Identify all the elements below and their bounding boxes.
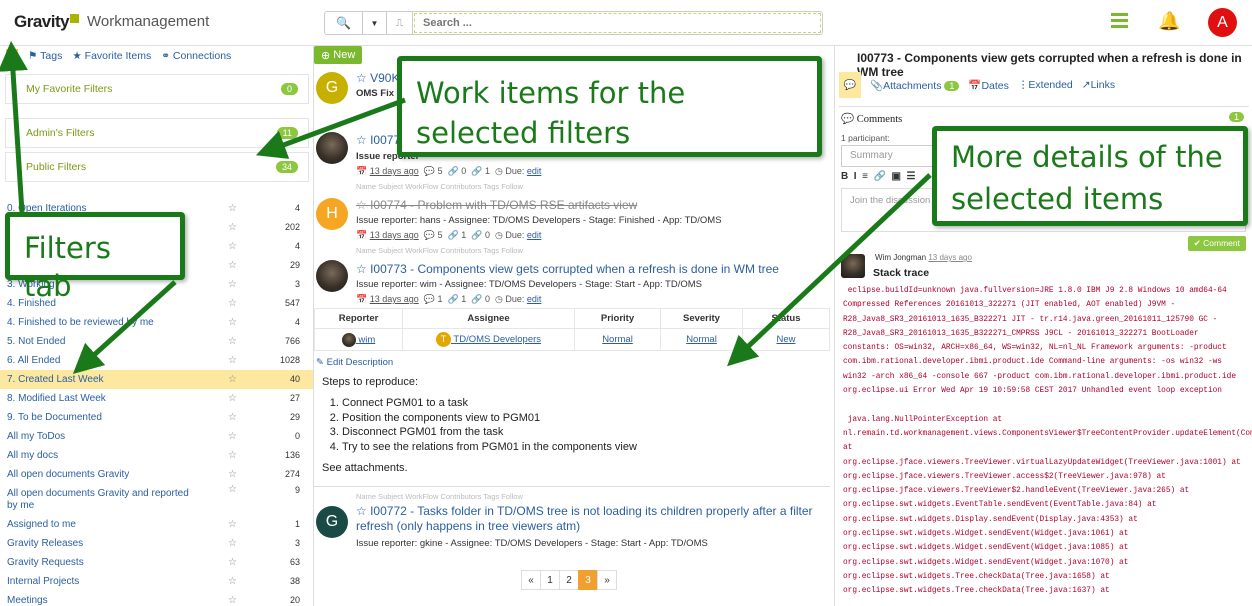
page-2[interactable]: 2 (559, 570, 579, 590)
stack-title: Stack trace (873, 267, 930, 279)
star-icon: ☆ (228, 298, 237, 309)
star-icon: ☆ (228, 431, 237, 442)
public-filters[interactable]: Public Filters 34 (5, 152, 309, 182)
logo[interactable]: Gravity (14, 12, 80, 32)
search-icon[interactable]: 🔍 (325, 12, 363, 34)
filter-item[interactable]: 9. To be Documented ☆ 29 (0, 408, 313, 427)
page-3[interactable]: 3 (578, 570, 598, 590)
filter-item[interactable]: All open documents Gravity and reported … (0, 484, 313, 515)
avatar (316, 260, 348, 292)
user-avatar[interactable]: A (1208, 8, 1237, 37)
filter-item[interactable]: All open documents Gravity ☆ 274 (0, 465, 313, 484)
tab-favorite-items[interactable]: ★ Favorite Items (72, 50, 151, 62)
admin-filters[interactable]: Admin's Filters 11 (5, 118, 309, 148)
filter-item[interactable]: Gravity Releases ☆ 3 (0, 534, 313, 553)
filter-item[interactable]: Internal Projects ☆ 38 (0, 572, 313, 591)
star-icon: ☆ (228, 557, 237, 568)
comments-tab[interactable]: 💬 (839, 72, 861, 98)
star-icon: ☆ (228, 519, 237, 530)
item-title: I00773 - Components view gets corrupted … (370, 262, 779, 276)
participants: 1 participant: (841, 133, 890, 143)
filter-item[interactable]: Meetings ☆ 20 (0, 591, 313, 606)
item-title: I00774 - Problem with TD/OMS RSE artifac… (370, 198, 638, 212)
left-tabs: ▼ ⚑ Tags ★ Favorite Items ⚭ Connections (0, 46, 313, 66)
filter-item[interactable]: All my ToDos ☆ 0 (0, 427, 313, 446)
star-icon: ☆ (228, 469, 237, 480)
item-title: I0077 (370, 133, 401, 147)
filter-item[interactable]: 6. All Ended ☆ 1028 (0, 351, 313, 370)
filter-item[interactable]: Gravity Requests ☆ 63 (0, 553, 313, 572)
my-favorite-filters[interactable]: My Favorite Filters 0 (5, 74, 309, 104)
comments-header: 💬 Comments (841, 114, 903, 125)
tab-attachments[interactable]: 📎Attachments 1 (870, 79, 960, 92)
avatar (316, 132, 348, 164)
search-input[interactable] (414, 13, 821, 33)
priority-cell[interactable]: Normal (574, 328, 661, 351)
search-bar: 🔍 ▼ ⎍ (324, 11, 823, 35)
item-title: V90K (370, 71, 400, 85)
star-icon: ☆ (228, 203, 237, 214)
filter-item[interactable]: All my docs ☆ 136 (0, 446, 313, 465)
tab-tags[interactable]: ⚑ Tags (28, 50, 62, 62)
star-icon: ☆ (228, 241, 237, 252)
star-icon: ☆ (228, 222, 237, 233)
status-cell[interactable]: New (742, 328, 830, 351)
bell-icon[interactable]: 🔔 (1158, 11, 1180, 32)
comment-button[interactable]: ✔ Comment (1187, 236, 1246, 251)
callout-work-items: Work items for the selected filters (397, 56, 822, 157)
avatar (841, 254, 865, 278)
star-icon: ☆ (228, 412, 237, 423)
filter-item-selected[interactable]: 7. Created Last Week ☆ 40 (0, 370, 313, 389)
comments-count: 1 (1228, 112, 1244, 122)
star-icon: ☆ (228, 450, 237, 461)
avatar: G (316, 506, 348, 538)
page-1[interactable]: 1 (540, 570, 560, 590)
star-icon: ☆ (228, 260, 237, 271)
filters-panel: ▼ ⚑ Tags ★ Favorite Items ⚭ Connections … (0, 46, 314, 606)
link-icon[interactable]: ⎍ (387, 12, 413, 34)
tab-links[interactable]: ↗Links (1082, 79, 1115, 91)
top-bar: Gravity Workmanagement 🔍 ▼ ⎍ 🔔 A (0, 0, 1252, 46)
filter-item[interactable]: Assigned to me ☆ 1 (0, 515, 313, 534)
filter-item[interactable]: 4. Finished to be reviewed by me ☆ 4 (0, 313, 313, 332)
editor-toolbar[interactable]: B I ≡ 🔗 ▣ ☰ (841, 171, 915, 182)
stack-trace: eclipse.buildId=unknown java.fullversion… (843, 287, 1252, 596)
tab-extended[interactable]: ⋮Extended (1018, 79, 1073, 91)
new-button[interactable]: ⊕ New (314, 46, 363, 64)
page-prev[interactable]: « (521, 570, 541, 590)
item-title: I00772 - Tasks folder in TD/OMS tree is … (356, 504, 813, 533)
filter-item[interactable]: 5. Not Ended ☆ 766 (0, 332, 313, 351)
severity-cell[interactable]: Normal (660, 328, 743, 351)
comment-author: Wim Jongman 13 days ago (875, 253, 972, 262)
page-next[interactable]: » (597, 570, 617, 590)
star-icon: ☆ (228, 374, 237, 385)
star-icon: ☆ (228, 336, 237, 347)
filter-icon[interactable]: ▼ (6, 49, 18, 63)
avatar: H (316, 198, 348, 230)
star-icon: ☆ (228, 484, 237, 495)
filter-item[interactable]: 8. Modified Last Week ☆ 27 (0, 389, 313, 408)
star-icon: ☆ (228, 576, 237, 587)
callout-details: More details of the selected items (932, 126, 1248, 226)
tab-dates[interactable]: 📅Dates (968, 79, 1009, 92)
pagination: « 1 2 3 » (521, 570, 617, 590)
menu-icon[interactable] (1111, 13, 1128, 28)
star-icon: ☆ (228, 317, 237, 328)
star-icon: ☆ (228, 595, 237, 606)
edit-description-link[interactable]: ✎ Edit Description (316, 357, 393, 368)
detail-tabs: 💬 📎Attachments 1 📅Dates ⋮Extended ↗Links (839, 72, 1115, 98)
assignee-cell[interactable]: T TD/OMS Developers (402, 328, 575, 351)
avatar: G (316, 72, 348, 104)
app-title: Workmanagement (87, 13, 210, 30)
description: Steps to reproduce: Connect PGM01 to a t… (322, 376, 822, 474)
star-icon: ☆ (228, 538, 237, 549)
star-icon: ☆ (228, 355, 237, 366)
reporter-cell[interactable]: wim (314, 328, 403, 351)
callout-filters-tab: Filters tab (5, 212, 185, 303)
star-icon: ☆ (228, 279, 237, 290)
tab-connections[interactable]: ⚭ Connections (161, 50, 231, 62)
details-table: Reporter Assignee Priority Severity Stat… (314, 308, 830, 351)
chevron-down-icon[interactable]: ▼ (363, 12, 387, 34)
star-icon: ☆ (228, 393, 237, 404)
